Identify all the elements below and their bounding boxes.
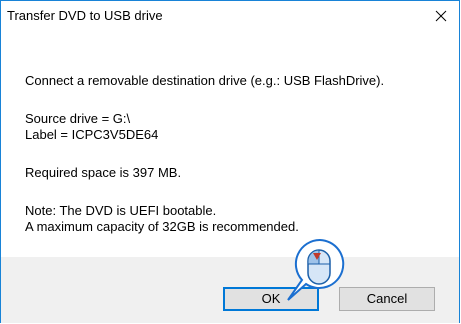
title-bar[interactable]: Transfer DVD to USB drive — [1, 1, 459, 31]
dialog-window: Transfer DVD to USB drive Connect a remo… — [0, 0, 460, 323]
close-button[interactable] — [423, 1, 459, 31]
label-text: Label = ICPC3V5DE64 — [25, 127, 159, 142]
capacity-note-text: A maximum capacity of 32GB is recommende… — [25, 219, 299, 234]
window-title: Transfer DVD to USB drive — [7, 8, 163, 23]
required-space-text: Required space is 397 MB. — [25, 165, 182, 180]
uefi-note-text: Note: The DVD is UEFI bootable. — [25, 203, 217, 218]
instruction-text: Connect a removable destination drive (e… — [25, 73, 385, 88]
close-icon — [435, 10, 447, 22]
source-drive-text: Source drive = G:\ — [25, 111, 131, 126]
button-footer: OK Cancel — [1, 257, 459, 323]
dialog-content: Connect a removable destination drive (e… — [1, 31, 459, 257]
mouse-click-icon — [287, 238, 345, 301]
